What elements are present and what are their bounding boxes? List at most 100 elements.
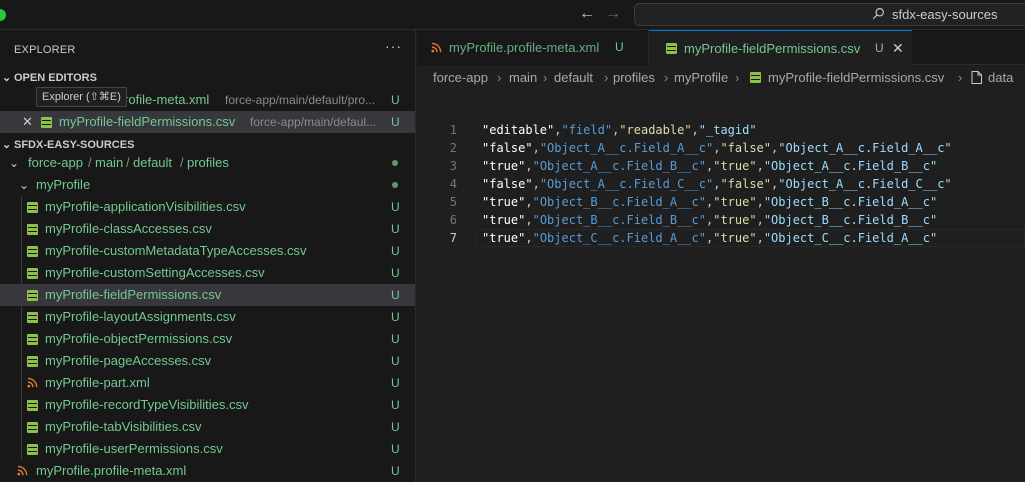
- file-label: myProfile-userPermissions.csv: [45, 441, 223, 456]
- file-label: myProfile.profile-meta.xml: [36, 463, 187, 478]
- line-number: 5: [449, 195, 457, 209]
- rss-icon: [27, 377, 38, 388]
- path-separator: /: [180, 155, 184, 170]
- csv-icon: [27, 312, 38, 323]
- close-icon[interactable]: ✕: [22, 111, 33, 133]
- file-label: myProfile-fieldPermissions.csv: [45, 287, 222, 302]
- code-line: "false","Object_A__c.Field_C__c","false"…: [482, 177, 952, 191]
- git-status-badge: U: [391, 376, 400, 390]
- csv-separator: ,: [525, 195, 533, 209]
- csv-value: "true": [713, 159, 757, 173]
- folder-segment[interactable]: force-app: [28, 152, 83, 174]
- breadcrumb-item[interactable]: profiles: [613, 67, 655, 89]
- folder-row-myprofile[interactable]: ⌄ myProfile: [0, 174, 415, 196]
- csv-value: "false": [482, 141, 533, 155]
- rss-icon: [431, 42, 442, 53]
- csv-value: "editable": [482, 123, 555, 137]
- tab-profile-meta[interactable]: myProfile.profile-meta.xml U: [417, 30, 649, 65]
- csv-value: "false": [720, 177, 772, 191]
- folder-segment[interactable]: profiles: [187, 152, 229, 174]
- file-label: myProfile-customSettingAccesses.csv: [45, 265, 265, 280]
- file-row[interactable]: myProfile-objectPermissions.csv U: [0, 328, 415, 350]
- code-line: "true","Object_B__c.Field_B__c","true","…: [482, 213, 937, 227]
- file-row[interactable]: myProfile-part.xml U: [0, 372, 415, 394]
- file-row[interactable]: myProfile-tabVisibilities.csv U: [0, 416, 415, 438]
- open-editor-path: force-app/main/defaul...: [250, 115, 377, 129]
- arrow-right-icon[interactable]: →: [605, 5, 621, 23]
- path-separator: /: [88, 155, 92, 170]
- line-number: 3: [449, 159, 457, 173]
- line-number: 6: [449, 213, 457, 227]
- file-row[interactable]: myProfile-recordTypeVisibilities.csv U: [0, 394, 415, 416]
- breadcrumb-item[interactable]: myProfile: [674, 67, 728, 89]
- git-status-badge: U: [391, 464, 400, 478]
- chevron-down-icon: ⌄: [9, 156, 20, 170]
- explorer-sidebar: EXPLORER ··· ⌄ OPEN EDITORS myProfile.pr…: [0, 30, 416, 482]
- folder-segment[interactable]: default: [133, 152, 172, 174]
- code-line: "true","Object_C__c.Field_A__c","true","…: [482, 231, 937, 245]
- file-row[interactable]: myProfile-fieldPermissions.csv U: [0, 284, 415, 306]
- file-label: myProfile-part.xml: [45, 375, 150, 390]
- code-line: "true","Object_A__c.Field_B__c","true","…: [482, 159, 937, 173]
- chevron-right-icon: ›: [735, 70, 740, 85]
- open-editors-header[interactable]: ⌄ OPEN EDITORS: [0, 67, 415, 89]
- git-status-badge: U: [391, 115, 400, 129]
- csv-separator: ,: [756, 231, 764, 245]
- breadcrumb-item[interactable]: data: [988, 67, 1013, 89]
- file-row[interactable]: myProfile-pageAccesses.csv U: [0, 350, 415, 372]
- search-icon: [872, 8, 884, 20]
- csv-separator: ,: [691, 123, 699, 137]
- breadcrumb-item[interactable]: default: [554, 67, 593, 89]
- csv-value: "true": [482, 159, 526, 173]
- folder-row-profiles[interactable]: ⌄ force-app / main / default / profiles: [0, 152, 415, 174]
- chevron-down-icon: ⌄: [2, 72, 12, 84]
- csv-value: "false": [720, 141, 772, 155]
- git-status-badge: U: [391, 266, 400, 280]
- folder-label: myProfile: [36, 177, 91, 192]
- code-line: "false","Object_A__c.Field_A__c","false"…: [482, 141, 952, 155]
- folder-segment[interactable]: main: [95, 152, 123, 174]
- window-zoom-button[interactable]: [0, 9, 6, 21]
- file-row[interactable]: myProfile-classAccesses.csv U: [0, 218, 415, 240]
- csv-separator: ,: [756, 159, 764, 173]
- csv-value: "true": [482, 231, 526, 245]
- csv-icon: [27, 400, 38, 411]
- csv-separator: ,: [525, 159, 533, 173]
- csv-icon: [41, 117, 52, 128]
- breadcrumb-item[interactable]: main: [509, 67, 537, 89]
- line-number: 2: [449, 141, 457, 155]
- open-editors-label: OPEN EDITORS: [14, 72, 97, 84]
- file-row[interactable]: myProfile-customMetadataTypeAccesses.csv…: [0, 240, 415, 262]
- csv-separator: ,: [756, 195, 764, 209]
- csv-value: "true": [713, 213, 757, 227]
- breadcrumb-item[interactable]: force-app: [433, 67, 488, 89]
- git-status-badge: U: [391, 354, 400, 368]
- chevron-right-icon: ›: [664, 70, 669, 85]
- csv-value: "Object_B__c.Field_A__c": [532, 195, 706, 209]
- file-row[interactable]: myProfile-layoutAssignments.csv U: [0, 306, 415, 328]
- csv-icon: [27, 444, 38, 455]
- tab-label: myProfile-fieldPermissions.csv: [684, 41, 861, 56]
- more-actions-icon[interactable]: ···: [385, 38, 402, 54]
- csv-value: "Object_A__c.Field_B__c": [763, 159, 938, 173]
- close-icon[interactable]: ✕: [892, 31, 904, 66]
- csv-value: "Object_A__c.Field_B__c": [532, 159, 706, 173]
- chevron-right-icon: ›: [543, 70, 548, 85]
- chevron-right-icon: ›: [958, 70, 963, 85]
- arrow-left-icon[interactable]: ←: [579, 5, 595, 23]
- file-row[interactable]: myProfile-userPermissions.csv U: [0, 438, 415, 460]
- file-row[interactable]: myProfile.profile-meta.xml U: [0, 460, 415, 482]
- git-status-badge: U: [391, 310, 400, 324]
- csv-icon: [27, 246, 38, 257]
- git-status-badge: U: [391, 222, 400, 236]
- modified-dot: [392, 182, 398, 188]
- open-editor-item[interactable]: ✕ myProfile-fieldPermissions.csv force-a…: [0, 111, 415, 133]
- explorer-title: EXPLORER: [14, 44, 76, 56]
- file-row[interactable]: myProfile-applicationVisibilities.csv U: [0, 196, 415, 218]
- csv-value: "Object_A__c.Field_C__c": [539, 177, 714, 191]
- file-row[interactable]: myProfile-customSettingAccesses.csv U: [0, 262, 415, 284]
- tab-field-permissions[interactable]: myProfile-fieldPermissions.csv U ✕: [649, 30, 912, 65]
- command-center-search[interactable]: sfdx-easy-sources: [634, 3, 1025, 26]
- csv-value: "_tagid": [698, 123, 757, 137]
- breadcrumb-item[interactable]: myProfile-fieldPermissions.csv: [768, 67, 944, 89]
